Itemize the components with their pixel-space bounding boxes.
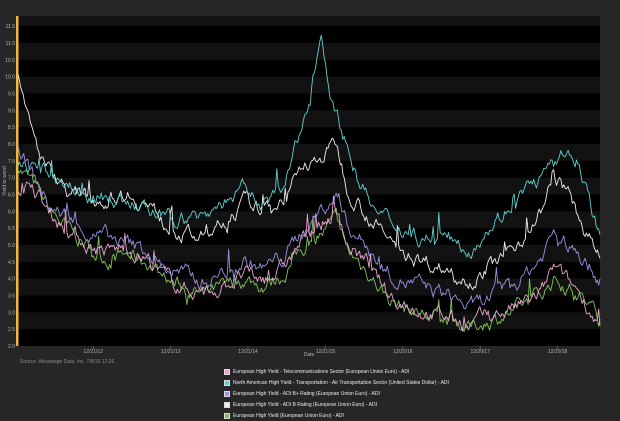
legend-item[interactable]: North American High Yield - Transportati…: [224, 377, 449, 388]
legend-label: North American High Yield - Transportati…: [233, 379, 449, 386]
legend-swatch: [224, 390, 230, 397]
legend-swatch: [224, 379, 230, 386]
legend-swatch: [224, 401, 230, 408]
x-tick-label: 12/21/13: [161, 349, 181, 355]
x-tick-label: 12/21/15: [316, 349, 336, 355]
y-tick-label: 3.0: [8, 310, 15, 316]
y-tick-label: 5.0: [8, 243, 15, 249]
y-axis-title: Yield to worst: [2, 165, 8, 195]
y-tick-label: 4.5: [8, 260, 15, 266]
y-tick-label: 8.5: [8, 125, 15, 131]
legend-item[interactable]: European High Yield - ADI B Rating (Euro…: [224, 399, 449, 410]
grid-band: [18, 278, 600, 296]
grid-band: [18, 312, 600, 330]
y-tick-label: 5.5: [8, 226, 15, 232]
grid-band: [18, 16, 600, 27]
grid-band: [18, 42, 600, 60]
x-tick-label: 12/20/18: [548, 349, 568, 355]
grid-band: [18, 110, 600, 128]
legend-swatch: [224, 368, 230, 375]
y-tick-label: 10.0: [5, 75, 15, 81]
legend-item[interactable]: European High Yield - ADI B+ Rating (Eur…: [224, 388, 449, 399]
y-tick-label: 7.0: [8, 176, 15, 182]
y-tick-label: 6.5: [8, 192, 15, 198]
grid-band: [18, 211, 600, 229]
y-tick-label: 2.0: [8, 344, 15, 350]
legend-label: European High Yield - Telecommunications…: [233, 368, 410, 375]
y-tick-label: 2.5: [8, 327, 15, 333]
y-tick-label: 9.5: [8, 91, 15, 97]
x-tick-label: 12/20/17: [470, 349, 490, 355]
grid-band: [18, 143, 600, 161]
grid-band: [18, 177, 600, 195]
grid-band: [18, 76, 600, 94]
y-tick-label: 9.0: [8, 108, 15, 114]
legend-swatch: [224, 412, 230, 419]
y-tick-label: 11.5: [6, 24, 16, 30]
x-tick-label: 12/21/14: [238, 349, 258, 355]
source-note: Source: Advantage Data, Inc. 7/8/19 12:2…: [20, 359, 115, 365]
y-tick-label: 10.5: [5, 58, 15, 64]
y-tick-label: 8.0: [8, 142, 15, 148]
legend-item[interactable]: European High Yield - Telecommunications…: [224, 366, 449, 377]
x-tick-label: 12/21/12: [84, 349, 104, 355]
x-tick-label: 12/20/16: [393, 349, 413, 355]
y-tick-label: 11.0: [6, 41, 16, 47]
line-chart: 2.0 2.5 3.0 3.5 4.0 4.5 5.0 5.5 6.0 6.5 7.0 7.5 8.0 8…: [2, 16, 601, 358]
legend-label: European High Yield - ADI B+ Rating (Eur…: [233, 390, 380, 397]
x-axis-title: Date: [304, 352, 315, 358]
y-tick-label: 4.0: [8, 277, 15, 283]
legend-item[interactable]: European High Yield (European Union Euro…: [224, 410, 449, 421]
plot-left-accent-bar: [16, 16, 19, 346]
y-tick-label: 3.5: [8, 293, 15, 299]
chart-legend: European High Yield - Telecommunications…: [224, 366, 449, 421]
legend-label: European High Yield - ADI B Rating (Euro…: [233, 401, 377, 408]
y-tick-label: 7.5: [8, 159, 15, 165]
legend-label: European High Yield (European Union Euro…: [233, 412, 344, 419]
y-tick-label: 6.0: [8, 209, 15, 215]
